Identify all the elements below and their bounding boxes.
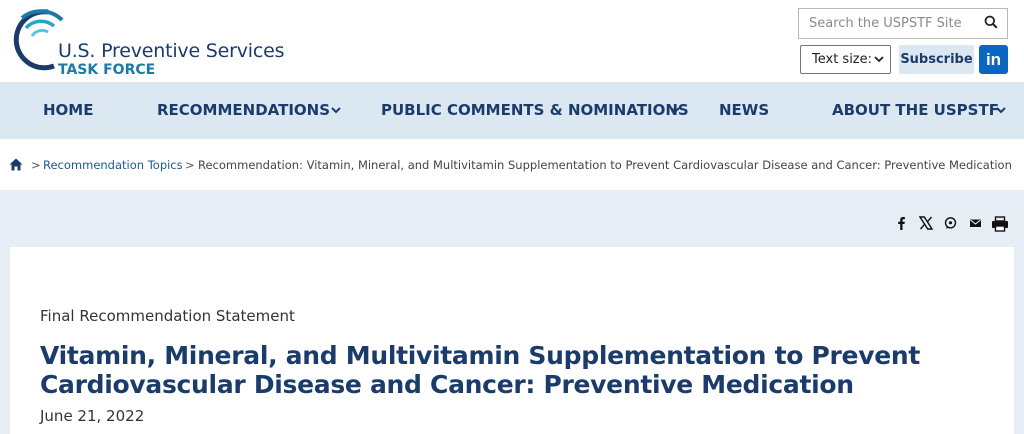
article-eyebrow: Final Recommendation Statement — [40, 307, 295, 325]
site-header: U.S. Preventive Services TASK FORCE Text… — [0, 0, 1024, 82]
home-icon[interactable] — [9, 158, 23, 171]
main-nav: HOME RECOMMENDATIONS PUBLIC COMMENTS & N… — [0, 82, 1024, 139]
publish-date: June 21, 2022 — [40, 407, 145, 425]
text-size-label: Text size: — [812, 52, 873, 67]
breadcrumb-current: Recommendation: Vitamin, Mineral, and Mu… — [198, 158, 1012, 172]
chevron-down-icon[interactable] — [331, 106, 341, 114]
x-icon[interactable] — [919, 216, 933, 230]
article-card: Final Recommendation Statement Vitamin, … — [10, 247, 1014, 434]
linkedin-icon[interactable]: in — [979, 45, 1008, 74]
site-search — [798, 8, 1008, 39]
nav-about[interactable]: ABOUT THE USPSTF — [832, 82, 999, 139]
breadcrumb-separator: > — [31, 158, 41, 172]
nav-public-comments[interactable]: PUBLIC COMMENTS & NOMINATIONS — [381, 82, 689, 139]
search-input[interactable] — [799, 9, 975, 38]
search-button[interactable] — [975, 9, 1007, 38]
nav-recommendations[interactable]: RECOMMENDATIONS — [157, 82, 330, 139]
uspstf-logo[interactable]: U.S. Preventive Services TASK FORCE — [8, 6, 298, 78]
chevron-down-icon[interactable] — [996, 106, 1006, 114]
whatsapp-icon[interactable] — [944, 216, 957, 230]
subscribe-button[interactable]: Subscribe — [899, 45, 974, 74]
breadcrumb-link-topics[interactable]: Recommendation Topics — [43, 158, 183, 172]
logo-title: U.S. Preventive Services — [58, 40, 285, 62]
page-title: Vitamin, Mineral, and Multivitamin Suppl… — [40, 341, 921, 399]
chevron-down-icon[interactable] — [670, 106, 680, 114]
facebook-icon[interactable] — [896, 216, 906, 230]
breadcrumb: > Recommendation Topics > Recommendation… — [0, 139, 1024, 190]
text-size-select[interactable]: Text size: — [800, 45, 891, 74]
email-icon[interactable] — [969, 216, 982, 230]
print-icon[interactable] — [991, 216, 1009, 232]
nav-home[interactable]: HOME — [43, 82, 93, 139]
chevron-down-icon — [874, 56, 884, 63]
nav-news[interactable]: NEWS — [719, 82, 769, 139]
logo-subtitle: TASK FORCE — [58, 62, 156, 78]
search-icon — [984, 15, 998, 29]
breadcrumb-separator: > — [185, 158, 195, 172]
